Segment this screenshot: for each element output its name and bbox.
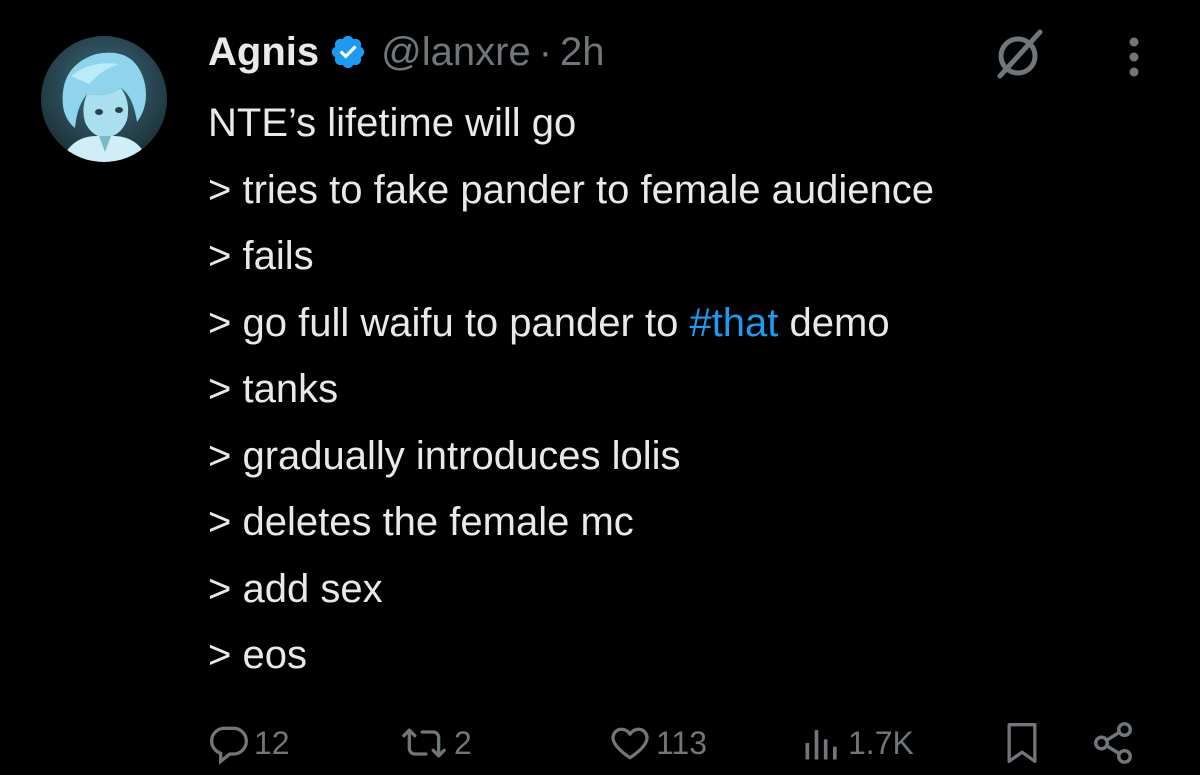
tweet-line: > tanks xyxy=(208,367,339,411)
hashtag-link[interactable]: #that xyxy=(689,301,778,345)
display-name[interactable]: Agnis xyxy=(208,30,319,75)
tweet-text: NTE’s lifetime will go > tries to fake p… xyxy=(208,90,1188,689)
tweet-line: > deletes the female mc xyxy=(208,500,634,544)
avatar-image xyxy=(41,36,167,162)
grok-icon[interactable] xyxy=(990,24,1050,84)
tweet-line-with-hashtag: > go full waifu to pander to #that demo xyxy=(208,290,1188,357)
like-button[interactable]: 113 xyxy=(608,715,707,771)
tweet-line: > tries to fake pander to female audienc… xyxy=(208,167,935,212)
action-bar: 12 2 113 1.7K xyxy=(0,715,1200,775)
tweet-line-suffix: demo xyxy=(778,300,890,345)
tweet-line: NTE’s lifetime will go xyxy=(208,101,577,145)
timestamp[interactable]: 2h xyxy=(560,30,605,75)
header-separator: · xyxy=(538,29,553,74)
views-button[interactable]: 1.7K xyxy=(800,715,914,771)
more-options-icon[interactable] xyxy=(1120,32,1148,82)
bookmark-button[interactable] xyxy=(1000,715,1044,771)
like-count: 113 xyxy=(656,724,708,761)
verified-badge-icon xyxy=(329,33,367,71)
repost-count: 2 xyxy=(454,724,472,761)
bookmark-icon xyxy=(1007,723,1037,763)
tweet-line: > add sex xyxy=(208,566,383,611)
tweet: Agnis @lanxre · 2h NTE’s lifetime will g… xyxy=(0,0,1200,765)
reply-button[interactable]: 12 xyxy=(206,715,290,771)
avatar[interactable] xyxy=(41,36,167,162)
reply-icon xyxy=(210,726,248,765)
tweet-line: > fails xyxy=(208,234,314,278)
repost-button[interactable]: 2 xyxy=(398,715,472,771)
like-icon xyxy=(611,727,649,760)
share-icon xyxy=(1094,722,1132,764)
reply-count: 12 xyxy=(254,724,290,761)
tweet-line: > eos xyxy=(208,633,307,677)
share-button[interactable] xyxy=(1090,715,1136,771)
tweet-line: > gradually introduces lolis xyxy=(208,433,681,478)
view-count: 1.7K xyxy=(848,724,914,761)
repost-icon xyxy=(402,728,446,758)
views-icon xyxy=(805,730,837,760)
tweet-header: Agnis @lanxre · 2h xyxy=(208,24,605,80)
user-handle[interactable]: @lanxre xyxy=(381,30,531,75)
tweet-line-prefix: > go full waifu to pander to xyxy=(208,300,690,345)
